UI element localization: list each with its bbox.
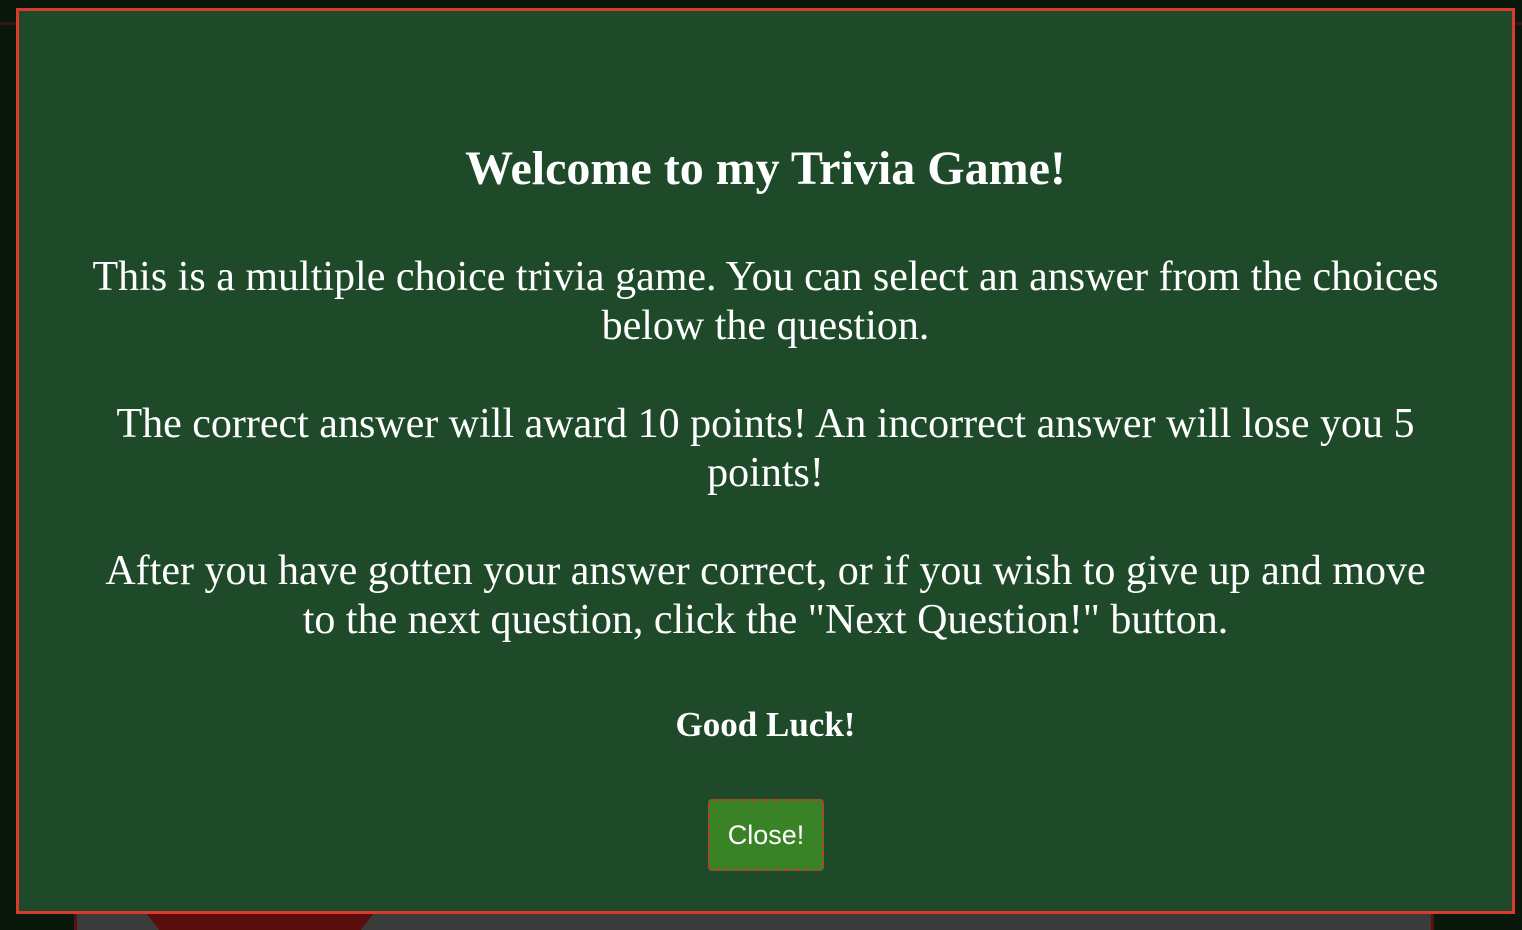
instructions-paragraph-choices: This is a multiple choice trivia game. Y… <box>92 254 1439 349</box>
close-button[interactable]: Close! <box>708 799 824 871</box>
instructions-paragraph-scoring: The correct answer will award 10 points!… <box>116 401 1415 496</box>
instructions-modal: Welcome to my Trivia Game! This is a mul… <box>16 8 1515 914</box>
modal-title: Welcome to my Trivia Game! <box>465 142 1066 195</box>
good-luck-text: Good Luck! <box>675 705 856 744</box>
instructions-paragraph-next: After you have gotten your answer correc… <box>105 548 1426 643</box>
